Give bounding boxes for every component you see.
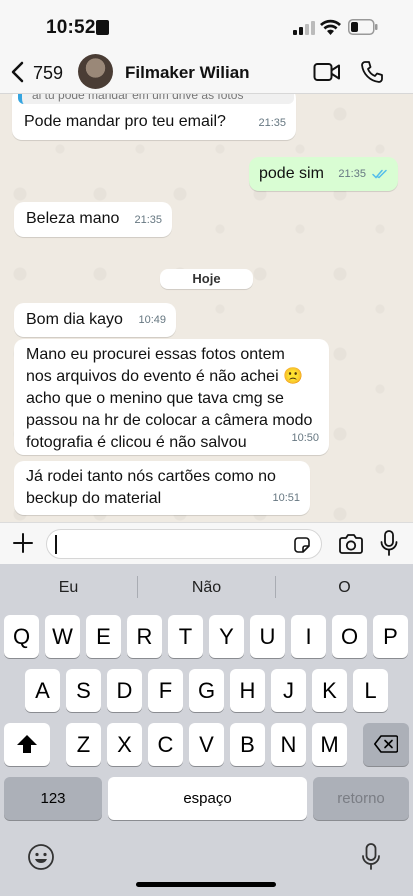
- message-time: 10:49: [138, 314, 166, 326]
- suggestion-1[interactable]: Eu: [0, 579, 137, 597]
- message-bubble-incoming[interactable]: Bom dia kayo 10:49: [14, 303, 176, 337]
- message-text-line: beckup do material: [26, 490, 162, 507]
- key-b[interactable]: B: [230, 723, 265, 766]
- key-d[interactable]: D: [107, 669, 142, 712]
- key-r[interactable]: R: [127, 615, 162, 658]
- message-text: Bom dia kayo: [26, 311, 123, 328]
- shift-arrow-icon: [17, 735, 37, 753]
- sticker-icon[interactable]: [293, 536, 311, 554]
- message-bubble-incoming[interactable]: Beleza mano 21:35: [14, 202, 172, 237]
- delete-key[interactable]: [363, 723, 409, 766]
- message-input[interactable]: [46, 529, 322, 559]
- camera-icon[interactable]: [338, 533, 364, 555]
- quoted-message[interactable]: ai tu pode mandar em um drive as fotos: [18, 94, 294, 104]
- status-time: 10:52: [46, 17, 96, 38]
- message-text-line: Mano eu procurei essas fotos ontem: [26, 346, 285, 363]
- status-bar: 10:52: [0, 0, 413, 52]
- message-text-line: fotografia é clicou é não salvou: [26, 434, 247, 451]
- suggestion-3[interactable]: O: [276, 579, 413, 597]
- key-j[interactable]: J: [271, 669, 306, 712]
- message-bubble-incoming[interactable]: Já rodei tanto nós cartões como no becku…: [14, 461, 310, 515]
- numbers-key[interactable]: 123: [4, 777, 102, 820]
- key-n[interactable]: N: [271, 723, 306, 766]
- key-u[interactable]: U: [250, 615, 285, 658]
- key-h[interactable]: H: [230, 669, 265, 712]
- key-y[interactable]: Y: [209, 615, 244, 658]
- message-time: 21:35: [258, 117, 286, 129]
- key-q[interactable]: Q: [4, 615, 39, 658]
- cellular-signal-icon: [293, 21, 315, 35]
- backspace-icon: [374, 735, 399, 753]
- key-v[interactable]: V: [189, 723, 224, 766]
- suggestion-2[interactable]: Não: [138, 579, 275, 597]
- message-bubble-incoming[interactable]: Mano eu procurei essas fotos ontem nos a…: [14, 339, 329, 455]
- phone-call-icon[interactable]: [360, 60, 384, 84]
- message-bubble-incoming[interactable]: ai tu pode mandar em um drive as fotos P…: [12, 94, 296, 140]
- message-text-line: passou na hr de colocar a câmera modo: [26, 412, 313, 429]
- contact-name[interactable]: Filmaker Wilian: [125, 63, 250, 83]
- key-t[interactable]: T: [168, 615, 203, 658]
- key-o[interactable]: O: [332, 615, 367, 658]
- key-m[interactable]: M: [312, 723, 347, 766]
- back-chevron-icon[interactable]: [10, 61, 24, 83]
- microphone-icon[interactable]: [380, 530, 398, 557]
- message-text-line: nos arquivos do evento é não achei 🙁: [26, 368, 303, 385]
- date-divider: Hoje: [160, 269, 253, 289]
- text-cursor: [55, 535, 57, 554]
- key-p[interactable]: P: [373, 615, 408, 658]
- key-x[interactable]: X: [107, 723, 142, 766]
- shift-key[interactable]: [4, 723, 50, 766]
- unread-count[interactable]: 759: [33, 63, 63, 84]
- message-time: 21:35: [338, 168, 366, 180]
- video-call-icon[interactable]: [313, 61, 341, 83]
- message-text: pode sim: [259, 165, 324, 182]
- dictation-mic-icon[interactable]: [361, 843, 381, 871]
- key-g[interactable]: G: [189, 669, 224, 712]
- contact-avatar[interactable]: [78, 54, 113, 89]
- key-z[interactable]: Z: [66, 723, 101, 766]
- return-key[interactable]: retorno: [313, 777, 409, 820]
- key-f[interactable]: F: [148, 669, 183, 712]
- quoted-text: ai tu pode mandar em um drive as fotos: [32, 94, 244, 102]
- key-c[interactable]: C: [148, 723, 183, 766]
- message-time: 10:51: [272, 492, 300, 504]
- message-text: Pode mandar pro teu email?: [24, 113, 226, 130]
- key-k[interactable]: K: [312, 669, 347, 712]
- wifi-icon: [320, 19, 341, 35]
- chat-header: 759 Filmaker Wilian: [0, 52, 413, 94]
- predictive-bar: Eu Não O: [0, 564, 413, 610]
- space-key[interactable]: espaço: [108, 777, 307, 820]
- key-a[interactable]: A: [25, 669, 60, 712]
- home-indicator: [136, 882, 276, 887]
- key-s[interactable]: S: [66, 669, 101, 712]
- key-e[interactable]: E: [86, 615, 121, 658]
- message-bubble-outgoing[interactable]: pode sim 21:35: [249, 157, 398, 191]
- message-status: 21:35: [338, 163, 388, 185]
- message-composer: [0, 522, 413, 564]
- key-w[interactable]: W: [45, 615, 80, 658]
- message-list[interactable]: ai tu pode mandar em um drive as fotos P…: [0, 94, 413, 522]
- key-i[interactable]: I: [291, 615, 326, 658]
- ios-keyboard: Eu Não O Q W E R T Y U I O P A S D F G H…: [0, 564, 413, 896]
- message-text-line: Já rodei tanto nós cartões como no: [26, 468, 276, 485]
- emoji-icon[interactable]: [27, 843, 55, 871]
- contact-card-icon: [96, 20, 109, 35]
- message-text-line: acho que o menino que tava cmg se: [26, 390, 284, 407]
- message-time: 21:35: [134, 214, 162, 226]
- message-time: 10:50: [291, 432, 319, 444]
- attach-plus-icon[interactable]: [12, 532, 34, 554]
- key-l[interactable]: L: [353, 669, 388, 712]
- battery-icon: [348, 19, 378, 35]
- message-text: Beleza mano: [26, 210, 120, 227]
- read-receipt-icon: [372, 169, 387, 179]
